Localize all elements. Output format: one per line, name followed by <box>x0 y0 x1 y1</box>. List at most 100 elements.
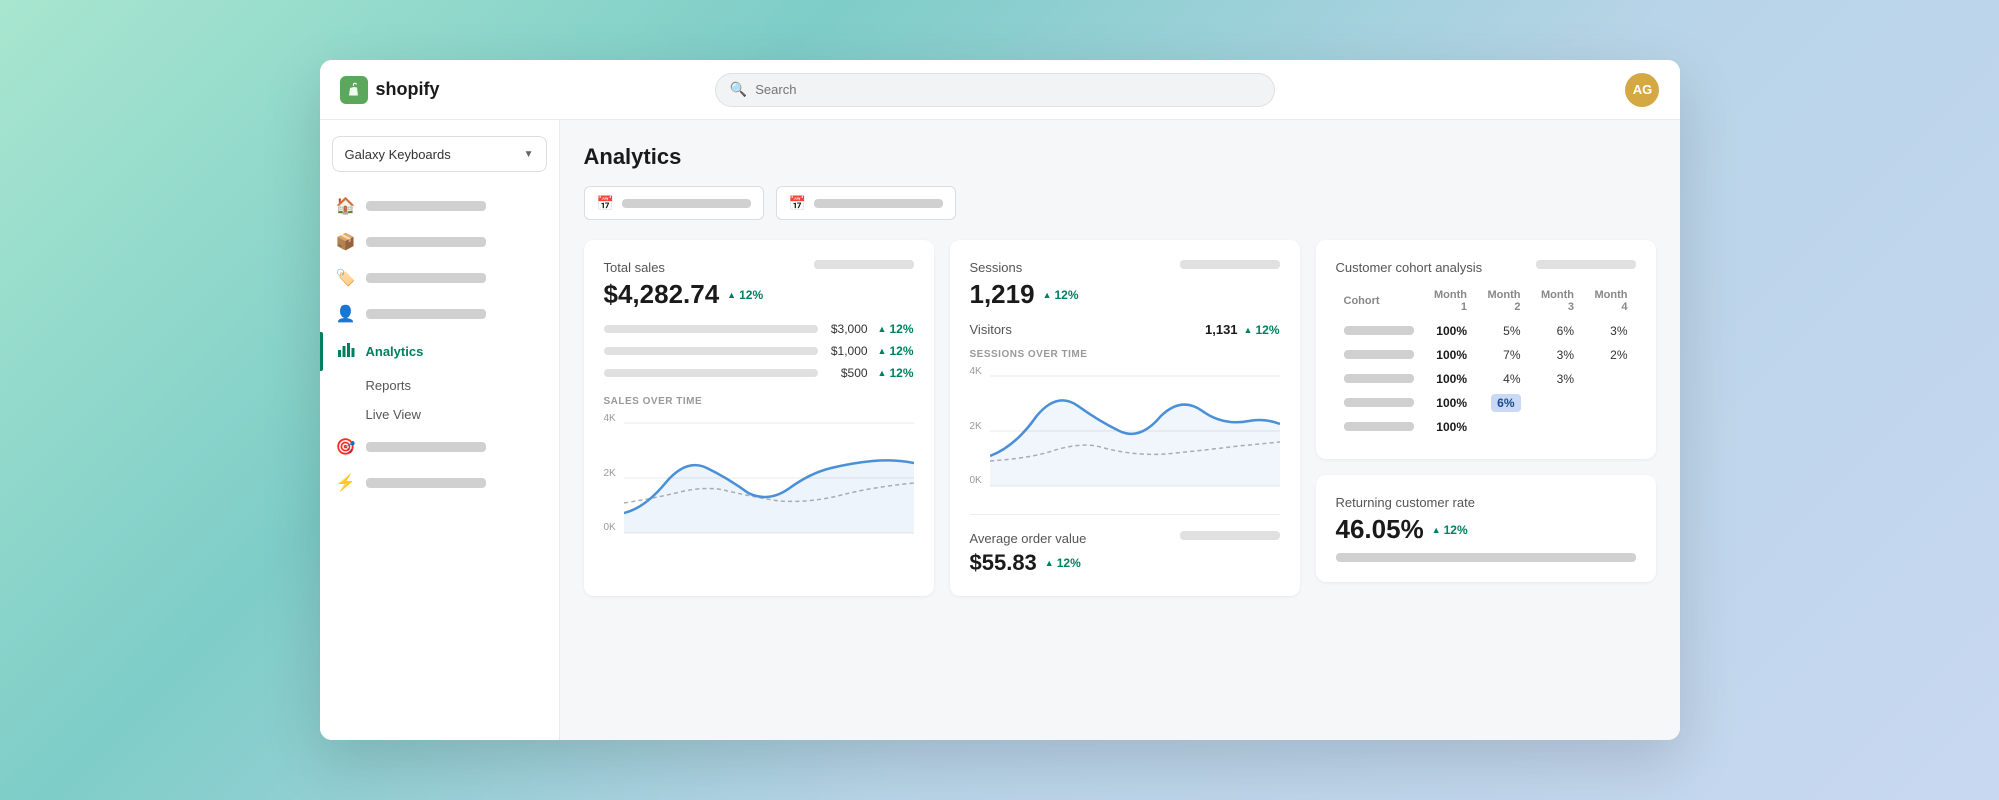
sessions-value: 1,219 12% <box>970 279 1280 310</box>
nav-home-label <box>366 201 486 211</box>
chart-row-3k: $3,000 12% <box>604 322 914 336</box>
cohort-row-4-label <box>1344 398 1414 407</box>
cohort-card: Customer cohort analysis Cohort Month 1 … <box>1316 240 1656 459</box>
right-column: Customer cohort analysis Cohort Month 1 … <box>1316 240 1656 596</box>
bar-3k <box>604 325 818 333</box>
cohort-r1-m1: 5% <box>1475 319 1529 343</box>
sidebar-item-home[interactable]: 🏠 <box>320 188 559 224</box>
sidebar-item-analytics[interactable]: Analytics <box>320 332 559 371</box>
search-bar[interactable]: 🔍 <box>715 73 1275 107</box>
avg-order-header: Average order value <box>970 531 1280 546</box>
sessions-badge: 12% <box>1043 288 1079 302</box>
shopify-logo-icon <box>340 76 368 104</box>
sidebar-item-orders[interactable]: 📦 <box>320 224 559 260</box>
chart-row-500: $500 12% <box>604 366 914 380</box>
store-name: Galaxy Keyboards <box>345 147 451 162</box>
sessions-placeholder <box>1180 260 1280 269</box>
date-filters: 📅 📅 <box>584 186 1656 220</box>
cohort-r4-100: 100% <box>1422 391 1476 415</box>
cohort-r4-m1: 6% <box>1475 391 1529 415</box>
cohort-placeholder <box>1536 260 1636 269</box>
search-input[interactable] <box>755 82 1260 97</box>
cohort-r1-100: 100% <box>1422 319 1476 343</box>
analytics-icon <box>336 340 356 363</box>
bar-1k <box>604 347 818 355</box>
store-selector[interactable]: Galaxy Keyboards ▼ <box>332 136 547 172</box>
avg-order-badge: 12% <box>1045 556 1081 570</box>
cohort-r1-m3: 3% <box>1582 319 1636 343</box>
logo-text: shopify <box>376 79 440 100</box>
customers-icon: 👤 <box>336 304 356 324</box>
sales-chart-svg <box>624 413 914 543</box>
marketing-icon: 🎯 <box>336 437 356 457</box>
cohort-row-2-label <box>1344 350 1414 359</box>
date-filter-start[interactable]: 📅 <box>584 186 764 220</box>
returning-value: 46.05% 12% <box>1336 514 1636 545</box>
avatar[interactable]: AG <box>1625 73 1659 107</box>
sessions-chart-container: 4K 2K 0K <box>970 366 1280 506</box>
sidebar-item-reports[interactable]: Reports <box>320 371 559 400</box>
sidebar-item-products[interactable]: 🏷️ <box>320 260 559 296</box>
cohort-row-3-label <box>1344 374 1414 383</box>
col-month4: Month 4 <box>1582 283 1636 319</box>
sidebar-item-liveview[interactable]: Live View <box>320 400 559 429</box>
cohort-r3-m3 <box>1582 367 1636 391</box>
header: shopify 🔍 AG <box>320 60 1680 120</box>
nav-orders-label <box>366 237 486 247</box>
cards-grid: Total sales $4,282.74 12% $3,000 12% <box>584 240 1656 596</box>
nav-customers-label <box>366 309 486 319</box>
col-cohort: Cohort <box>1336 283 1422 319</box>
cohort-row-2: 100% 7% 3% 2% <box>1336 343 1636 367</box>
cohort-row-5-label <box>1344 422 1414 431</box>
total-sales-value: $4,282.74 12% <box>604 279 914 310</box>
cohort-row-5: 100% <box>1336 415 1636 439</box>
chart-row-1k: $1,000 12% <box>604 344 914 358</box>
sessions-y-2k: 2K <box>970 421 982 432</box>
cohort-header: Customer cohort analysis <box>1336 260 1636 275</box>
label-1k: $1,000 <box>828 344 868 358</box>
cohort-blue-6: 6% <box>1491 394 1520 412</box>
sessions-y-0k: 0K <box>970 475 982 486</box>
total-sales-placeholder <box>814 260 914 269</box>
label-500: $500 <box>828 366 868 380</box>
cohort-header-row: Cohort Month 1 Month 2 Month 3 Month 4 <box>1336 283 1636 319</box>
returning-customer-card: Returning customer rate 46.05% 12% <box>1316 475 1656 582</box>
sales-chart-container: 4K 2K 0K <box>604 413 914 553</box>
col-month1: Month 1 <box>1422 283 1476 319</box>
sessions-card: Sessions 1,219 12% Visitors 1,131 12% <box>950 240 1300 596</box>
sidebar-item-customers[interactable]: 👤 <box>320 296 559 332</box>
sessions-y-4k: 4K <box>970 366 982 377</box>
bar-500 <box>604 369 818 377</box>
liveview-label: Live View <box>366 407 421 422</box>
discounts-icon: ⚡ <box>336 473 356 493</box>
calendar-start-icon: 📅 <box>597 195 614 212</box>
cohort-row-1-label <box>1344 326 1414 335</box>
total-sales-label: Total sales <box>604 260 665 275</box>
cohort-r5-m3 <box>1582 415 1636 439</box>
sidebar-item-marketing[interactable]: 🎯 <box>320 429 559 465</box>
cohort-row-3: 100% 4% 3% <box>1336 367 1636 391</box>
badge-500: 12% <box>878 366 914 380</box>
date-filter-end[interactable]: 📅 <box>776 186 956 220</box>
cohort-r5-m2 <box>1529 415 1583 439</box>
cohort-r4-m3 <box>1582 391 1636 415</box>
label-3k: $3,000 <box>828 322 868 336</box>
cohort-r5-m1 <box>1475 415 1529 439</box>
sidebar-item-discounts[interactable]: ⚡ <box>320 465 559 501</box>
visitors-label: Visitors <box>970 322 1012 337</box>
returning-header: Returning customer rate <box>1336 495 1636 510</box>
total-sales-header: Total sales <box>604 260 914 275</box>
returning-label: Returning customer rate <box>1336 495 1475 510</box>
cohort-table: Cohort Month 1 Month 2 Month 3 Month 4 <box>1336 283 1636 439</box>
cohort-r2-m1: 7% <box>1475 343 1529 367</box>
cohort-r4-m2 <box>1529 391 1583 415</box>
returning-badge: 12% <box>1432 523 1468 537</box>
date-start-value <box>622 199 751 208</box>
total-sales-badge: 12% <box>727 288 763 302</box>
badge-3k: 12% <box>878 322 914 336</box>
avg-order-label: Average order value <box>970 531 1087 546</box>
cohort-r3-m2: 3% <box>1529 367 1583 391</box>
cohort-label: Customer cohort analysis <box>1336 260 1483 275</box>
sessions-header: Sessions <box>970 260 1280 275</box>
cohort-r5-100: 100% <box>1422 415 1476 439</box>
